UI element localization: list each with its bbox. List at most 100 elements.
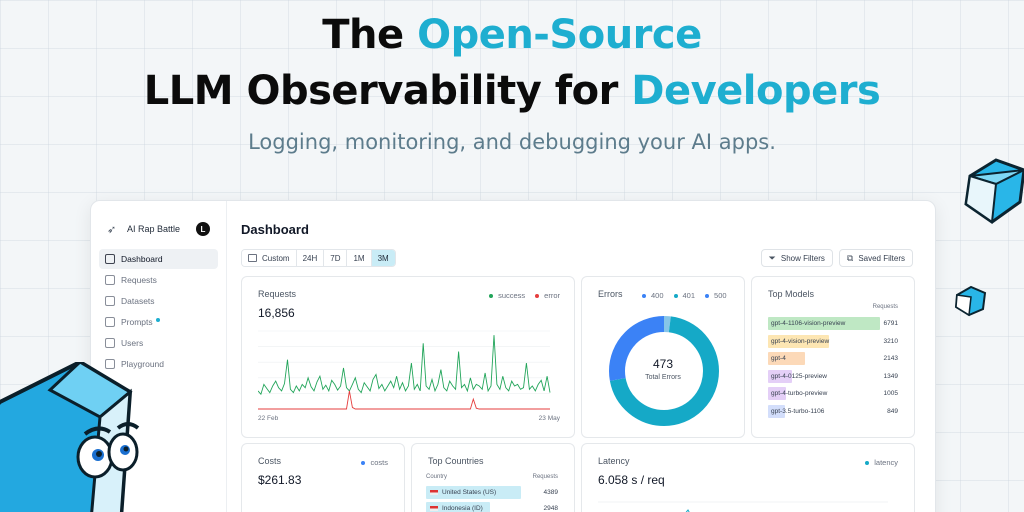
table-icon — [105, 275, 115, 285]
legend-label: 500 — [714, 291, 727, 300]
country-label: United States (US) — [430, 489, 496, 496]
card-title: Costs — [258, 456, 282, 466]
user-icon — [105, 338, 115, 348]
hero-title-line1: The Open-Source — [0, 12, 1024, 58]
button-label: Saved Filters — [858, 253, 905, 263]
model-requests: 3210 — [883, 337, 898, 345]
latency-line-chart — [598, 501, 888, 512]
folder-icon — [105, 296, 115, 306]
sidebar-item-label: Prompts — [121, 317, 153, 327]
legend-label: latency — [874, 458, 898, 467]
latency-card: Latency 6.058 s / req latency — [581, 443, 915, 512]
top-models-header: Requests — [768, 304, 898, 310]
legend-costs: costs — [361, 458, 388, 467]
latency-legend: latency — [865, 458, 898, 467]
legend-label: 401 — [682, 291, 696, 300]
model-name: gpt-4-turbo-preview — [771, 390, 828, 397]
top-models-card: Top Models Requests gpt-4-1106-vision-pr… — [751, 276, 915, 438]
card-title: Top Models — [768, 289, 815, 299]
sidebar-item-datasets[interactable]: Datasets — [99, 291, 218, 311]
small-cube-icon — [954, 285, 987, 317]
top-model-row[interactable]: gpt-4-0125-preview 1349 — [768, 369, 898, 383]
costs-legend: costs — [361, 458, 388, 467]
requests-line-chart — [258, 330, 551, 410]
project-name: AI Rap Battle — [127, 224, 181, 234]
sidebar-item-users[interactable]: Users — [99, 333, 218, 353]
top-countries-header: Country Requests — [426, 474, 558, 480]
sidebar-item-requests[interactable]: Requests — [99, 270, 218, 290]
document-icon — [105, 317, 115, 327]
legend-label: costs — [370, 458, 388, 467]
home-icon — [105, 254, 115, 264]
legend-401: 401 — [673, 291, 696, 300]
button-label: Show Filters — [780, 253, 825, 263]
range-3m[interactable]: 3M — [371, 250, 395, 266]
new-badge — [155, 317, 160, 322]
top-model-row[interactable]: gpt-4 2143 — [768, 352, 898, 365]
card-title: Top Countries — [428, 456, 484, 466]
model-requests: 1005 — [883, 390, 898, 397]
model-requests: 6791 — [883, 320, 898, 327]
page-title: Dashboard — [241, 222, 309, 237]
saved-filters-button[interactable]: ⧉ Saved Filters — [838, 249, 913, 267]
errors-total: 473 — [652, 357, 674, 371]
costs-value: $261.83 — [258, 473, 302, 487]
legend-400: 400 — [642, 291, 664, 300]
filter-actions: ⏷ Show Filters ⧉ Saved Filters — [760, 249, 913, 267]
sidebar-item-dashboard[interactable]: Dashboard — [99, 249, 218, 269]
model-name: gpt-4-vision-preview — [771, 337, 830, 345]
legend-label: error — [544, 291, 560, 300]
calendar-icon — [248, 254, 257, 262]
legend-success: success — [489, 291, 525, 300]
top-model-row[interactable]: gpt-4-vision-preview 3210 — [768, 334, 898, 348]
flag-icon — [430, 489, 438, 495]
latency-value: 6.058 s / req — [598, 473, 665, 487]
cube-mascot-icon — [0, 362, 140, 512]
hero-title-line2: LLM Observability for Developers — [0, 68, 1024, 114]
range-7d[interactable]: 7D — [324, 250, 348, 266]
top-model-row[interactable]: gpt-4-turbo-preview 1005 — [768, 387, 898, 400]
show-filters-button[interactable]: ⏷ Show Filters — [760, 249, 833, 267]
x-axis-end-label: 23 May — [538, 415, 560, 422]
hero-accent: Developers — [631, 68, 881, 114]
column-header: Requests — [532, 474, 558, 480]
hero-text: The — [322, 12, 418, 58]
hero-tagline: Logging, monitoring, and debugging your … — [248, 130, 776, 154]
range-label: Custom — [262, 253, 290, 263]
avatar[interactable]: L — [196, 222, 210, 236]
project-switcher[interactable]: ➶ AI Rap Battle L — [99, 217, 218, 241]
sidebar-item-label: Dashboard — [121, 254, 163, 264]
model-name: gpt-4 — [771, 355, 786, 362]
range-custom[interactable]: Custom — [242, 250, 297, 266]
sidebar-item-label: Datasets — [121, 296, 155, 306]
filter-icon: ⏷ — [768, 252, 776, 263]
legend-label: 400 — [651, 291, 664, 300]
legend-latency: latency — [865, 458, 898, 467]
country-requests: 2948 — [543, 505, 558, 512]
country-requests: 4389 — [543, 489, 558, 496]
model-name: gpt-4-0125-preview — [771, 372, 828, 380]
card-title: Latency — [598, 456, 630, 466]
country-row[interactable]: Indonesia (ID) 2948 — [426, 502, 558, 512]
errors-card: Errors 400 401 500 473 Total Errors — [581, 276, 745, 438]
country-row[interactable]: United States (US) 4389 — [426, 486, 558, 499]
requests-card: Requests 16,856 success error 22 Feb 23 … — [241, 276, 575, 438]
column-header: Country — [426, 474, 448, 480]
sidebar-item-prompts[interactable]: Prompts — [99, 312, 218, 332]
range-1m[interactable]: 1M — [347, 250, 372, 266]
hero-text: LLM Observability for — [143, 68, 632, 114]
main-content: Dashboard Custom 24H 7D 1M 3M ⏷ Show Filt… — [227, 201, 935, 512]
errors-total-label: Total Errors — [645, 374, 681, 381]
legend-500: 500 — [705, 291, 727, 300]
top-model-row[interactable]: gpt-4-1106-vision-preview 6791 — [768, 317, 898, 330]
hero-accent: Open-Source — [417, 12, 702, 58]
card-title: Requests — [258, 289, 297, 299]
range-24h[interactable]: 24H — [296, 250, 325, 266]
errors-donut-chart — [609, 316, 719, 426]
top-model-row[interactable]: gpt-3.5-turbo-1106 849 — [768, 404, 898, 418]
model-name: gpt-3.5-turbo-1106 — [771, 407, 825, 415]
dashboard-window: ➶ AI Rap Battle L Dashboard Requests Dat… — [90, 200, 936, 512]
sidebar-item-label: Users — [121, 338, 144, 348]
sidebar-item-label: Requests — [121, 275, 157, 285]
column-header: Requests — [872, 304, 898, 310]
